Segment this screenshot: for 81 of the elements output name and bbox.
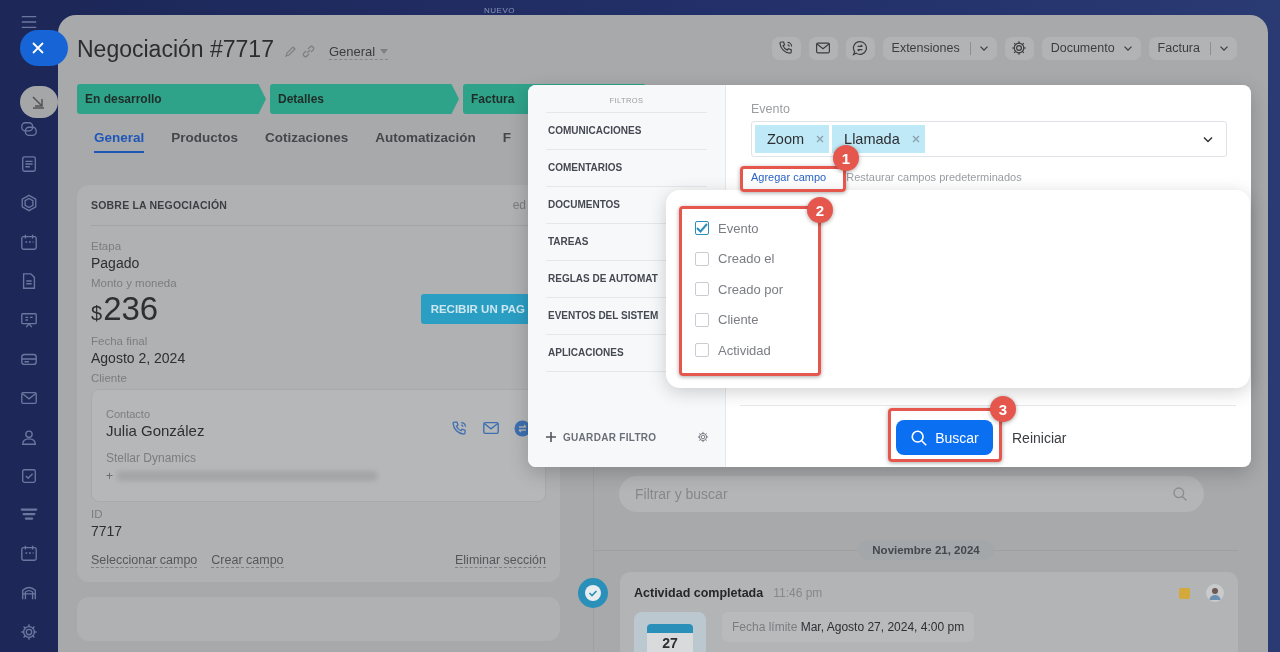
amount-value: $236 [91, 290, 159, 328]
field-label: Evento [751, 102, 791, 116]
checkbox[interactable] [695, 221, 709, 236]
window-title: Negociación #7717 [77, 36, 274, 63]
toolbar-button[interactable]: Factura [1148, 36, 1237, 60]
mail-icon[interactable] [482, 419, 500, 437]
check-icon [696, 223, 708, 234]
preset-item[interactable]: COMUNICACIONES [546, 113, 707, 150]
checkbox[interactable] [695, 312, 709, 327]
email-button[interactable] [808, 36, 838, 60]
card-title: SOBRE LA NEGOCIACIÓN [91, 199, 228, 211]
add-field-link[interactable]: Agregar campo [751, 171, 827, 183]
date-label: Noviembre 21, 2024 [858, 540, 994, 560]
search-button[interactable]: Buscar [896, 420, 993, 455]
hexagon-icon[interactable] [20, 194, 38, 212]
close-icon [32, 42, 44, 54]
gear-icon [1011, 40, 1028, 56]
menu-icon[interactable] [20, 13, 38, 31]
link[interactable]: Eliminar sección [455, 553, 546, 568]
search-icon [910, 428, 929, 447]
pencil-icon[interactable] [283, 45, 296, 58]
checkbox[interactable] [695, 282, 709, 297]
payment-button[interactable]: RECIBIR UN PAG [420, 294, 528, 324]
contact-name[interactable]: Julia González [106, 422, 205, 439]
calendar-icon[interactable] [20, 544, 38, 562]
people-icon[interactable] [20, 428, 38, 446]
tag-chip[interactable]: Zoom [755, 125, 830, 153]
checkbox-icon[interactable] [20, 467, 38, 485]
tab[interactable]: General [94, 130, 145, 153]
tab[interactable]: Cotizaciones [265, 130, 349, 153]
presentation-icon[interactable] [20, 311, 38, 329]
chat-icon[interactable] [20, 120, 38, 138]
chat-button[interactable] [845, 36, 875, 60]
field-value: 7717 [91, 523, 124, 539]
company-name: Stellar Dynamics [106, 451, 198, 465]
field-label: Contacto [106, 408, 152, 420]
tag-icon [1179, 587, 1190, 599]
link[interactable]: Seleccionar campo [91, 553, 198, 568]
phone-prefix: + [106, 469, 113, 483]
call-button[interactable] [771, 36, 801, 60]
phone-icon[interactable] [451, 419, 468, 437]
arrow-icon [31, 95, 45, 109]
phone-icon [778, 40, 795, 56]
gear-icon[interactable] [20, 623, 38, 641]
preset-item[interactable]: COMENTARIOS [546, 150, 707, 187]
tag-chip[interactable]: Llamada [832, 125, 925, 153]
field-value: Agosto 2, 2024 [91, 350, 187, 366]
calendar-icon: 27 [634, 612, 706, 652]
tab[interactable]: Automatización [375, 130, 476, 153]
file-icon[interactable] [20, 272, 38, 290]
checkbox[interactable] [695, 251, 709, 266]
checkbox[interactable] [695, 343, 709, 358]
tab[interactable]: F [502, 130, 512, 153]
avatar-icon [1206, 584, 1224, 602]
toolbar-button[interactable]: Extensiones [882, 36, 997, 60]
remove-icon[interactable] [816, 135, 825, 143]
stage-step[interactable]: En desarrollo [77, 84, 266, 114]
background-label: NUEVO [484, 6, 515, 15]
save-filter-button[interactable]: GUARDAR FILTRO [546, 431, 657, 443]
link[interactable]: Crear campo [211, 553, 284, 568]
caret-icon [380, 48, 389, 54]
settings-button[interactable] [1004, 36, 1034, 60]
calendar-icon[interactable] [20, 233, 38, 251]
reset-button[interactable]: Reiniciar [1012, 429, 1067, 446]
activity-title: Actividad completada [634, 586, 764, 600]
plus-icon [546, 432, 556, 442]
tab[interactable]: Productos [171, 130, 239, 153]
chat-icon [852, 40, 869, 56]
document-icon[interactable] [20, 155, 38, 173]
field-value: Pagado [91, 255, 141, 271]
link-icon[interactable] [301, 45, 315, 58]
deadline-field: Fecha límite Mar, Agosto 27, 2024, 4:00 pm [722, 612, 975, 642]
gear-icon[interactable] [697, 431, 709, 443]
remove-icon[interactable] [911, 135, 920, 143]
restore-fields-link[interactable]: Restaurar campos predeterminados [846, 171, 1022, 183]
mail-icon [815, 40, 832, 56]
check-circle-icon [578, 578, 608, 608]
category-dropdown[interactable]: General [328, 43, 389, 60]
stage-step[interactable]: Detalles [270, 84, 459, 114]
mail-icon[interactable] [20, 389, 38, 407]
toolbar-button[interactable]: Documento [1041, 36, 1141, 60]
